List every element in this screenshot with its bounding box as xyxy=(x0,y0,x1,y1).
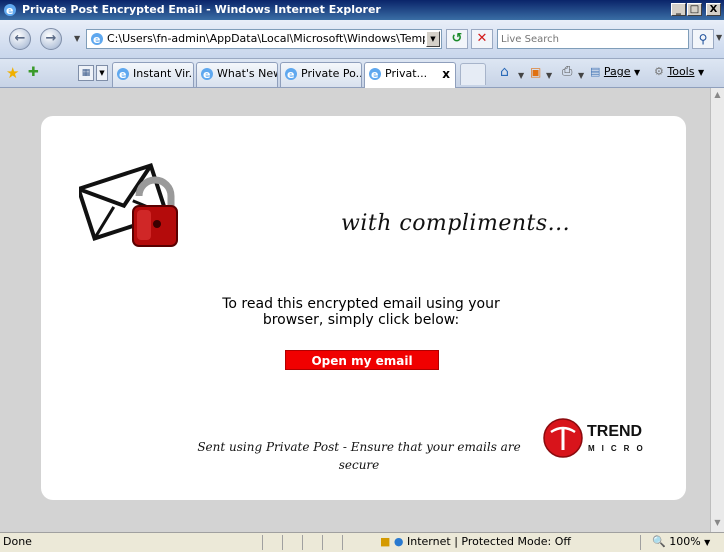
ie-page-icon: e xyxy=(91,33,103,46)
vertical-scrollbar[interactable]: ▲ ▼ xyxy=(710,88,724,532)
zoom-icon: 🔍 xyxy=(652,535,666,548)
status-bar: Done ■ ● Internet | Protected Mode: Off … xyxy=(0,532,724,552)
search-box[interactable] xyxy=(497,29,689,49)
feeds-dropdown[interactable]: ▼ xyxy=(546,68,552,84)
message-card: with compliments... To read this encrypt… xyxy=(41,116,686,500)
protected-mode-icon: ■ xyxy=(380,535,391,548)
logo-text-trend: TREND xyxy=(587,423,642,440)
feeds-icon[interactable]: ▣ xyxy=(530,64,541,80)
refresh-icon[interactable]: ↺ xyxy=(446,29,468,49)
svg-text:e: e xyxy=(119,68,126,81)
close-window-button[interactable]: X xyxy=(706,3,721,16)
window-title: Private Post Encrypted Email - Windows I… xyxy=(22,3,381,16)
status-cell xyxy=(282,535,302,550)
ie-icon: e xyxy=(369,68,381,81)
tab-label: Private Po... xyxy=(301,67,362,80)
home-icon[interactable]: ⌂ xyxy=(500,64,509,80)
security-zone[interactable]: ■ ● Internet | Protected Mode: Off xyxy=(380,533,571,551)
zoom-dropdown-icon: ▼ xyxy=(704,538,711,547)
add-favorites-icon[interactable]: ✚ xyxy=(28,65,39,81)
address-dropdown-icon[interactable]: ▼ xyxy=(426,31,440,47)
svg-text:e: e xyxy=(371,68,378,81)
tab-list-dropdown[interactable]: ▼ xyxy=(96,65,108,81)
back-icon[interactable]: ← xyxy=(9,28,31,50)
zone-text: Internet | Protected Mode: Off xyxy=(407,535,571,548)
ie-icon: e xyxy=(117,68,129,81)
zoom-level: 100% xyxy=(669,535,701,548)
search-input[interactable] xyxy=(501,31,681,47)
svg-text:e: e xyxy=(287,68,294,81)
status-cell xyxy=(322,535,342,550)
svg-text:e: e xyxy=(6,4,13,17)
status-cell xyxy=(640,535,650,550)
page-icon: ▤ xyxy=(590,65,601,78)
tab-instant-vir[interactable]: e Instant Vir... xyxy=(112,62,194,87)
tools-icon: ⚙ xyxy=(654,65,664,78)
recent-pages-dropdown[interactable]: ▼ xyxy=(74,34,80,43)
status-text: Done xyxy=(3,535,32,548)
stop-icon[interactable]: ✕ xyxy=(471,29,493,49)
open-email-button[interactable]: Open my email xyxy=(285,350,439,370)
search-icon[interactable]: ⚲ xyxy=(692,29,714,49)
logo-text-micro: MICRO xyxy=(588,444,650,453)
print-icon[interactable]: ⎙ xyxy=(562,64,572,80)
address-url[interactable]: C:\Users\fn-admin\AppData\Local\Microsof… xyxy=(107,32,425,46)
tools-menu[interactable]: ⚙ Tools ▼ xyxy=(654,64,704,81)
headline: with compliments... xyxy=(341,211,571,236)
print-dropdown[interactable]: ▼ xyxy=(578,68,584,84)
tab-label: Instant Vir... xyxy=(133,67,194,80)
page-dropdown-icon: ▼ xyxy=(634,68,641,77)
ie-icon: e xyxy=(201,68,213,81)
instructions-text: To read this encrypted email using your … xyxy=(222,296,500,328)
address-toolbar: ← → ▼ e C:\Users\fn-admin\AppData\Local\… xyxy=(0,20,724,59)
padlock-envelope-icon xyxy=(79,162,178,247)
quick-tabs-icon[interactable]: ▦ xyxy=(78,65,94,81)
tab-whats-new[interactable]: e What's New xyxy=(196,62,278,87)
ie-icon: e xyxy=(4,4,16,17)
new-tab-button[interactable] xyxy=(460,63,486,85)
window-titlebar[interactable]: e Private Post Encrypted Email - Windows… xyxy=(0,0,724,20)
search-options-dropdown[interactable]: ▼ xyxy=(716,33,722,42)
maximize-button[interactable]: □ xyxy=(687,3,702,16)
address-bar[interactable]: e C:\Users\fn-admin\AppData\Local\Micros… xyxy=(86,29,442,49)
zoom-control[interactable]: 🔍 100% ▼ xyxy=(652,533,710,552)
tab-privat-active[interactable]: e Privat... x xyxy=(364,62,456,88)
tab-private-po[interactable]: e Private Po... xyxy=(280,62,362,87)
status-cell xyxy=(302,535,322,550)
tab-label: What's New xyxy=(217,67,278,80)
globe-icon: ● xyxy=(393,535,404,548)
home-dropdown[interactable]: ▼ xyxy=(518,68,524,84)
minimize-button[interactable]: _ xyxy=(671,3,686,16)
status-cell xyxy=(342,535,362,550)
svg-text:e: e xyxy=(203,68,210,81)
tools-menu-label: Tools xyxy=(667,65,695,78)
tab-close-icon[interactable]: x xyxy=(442,63,450,85)
tools-dropdown-icon: ▼ xyxy=(697,68,705,77)
scroll-down-icon[interactable]: ▼ xyxy=(712,517,723,529)
favorites-star-icon[interactable]: ★ xyxy=(6,65,19,81)
svg-text:e: e xyxy=(93,33,100,46)
footer-text: Sent using Private Post - Ensure that yo… xyxy=(197,440,521,472)
page-menu[interactable]: ▤ Page ▼ xyxy=(590,64,640,81)
page-viewport[interactable]: with compliments... To read this encrypt… xyxy=(0,88,710,532)
ie-icon: e xyxy=(285,68,297,81)
scroll-up-icon[interactable]: ▲ xyxy=(712,89,723,101)
status-cell xyxy=(262,535,282,550)
tab-label: Privat... xyxy=(385,67,428,80)
page-menu-label: Page xyxy=(603,65,631,78)
forward-icon[interactable]: → xyxy=(40,28,62,50)
tab-bar: ★ ✚ ▦ ▼ e Instant Vir... e What's New e … xyxy=(0,59,724,88)
trend-micro-logo: TREND MICRO xyxy=(543,418,650,458)
